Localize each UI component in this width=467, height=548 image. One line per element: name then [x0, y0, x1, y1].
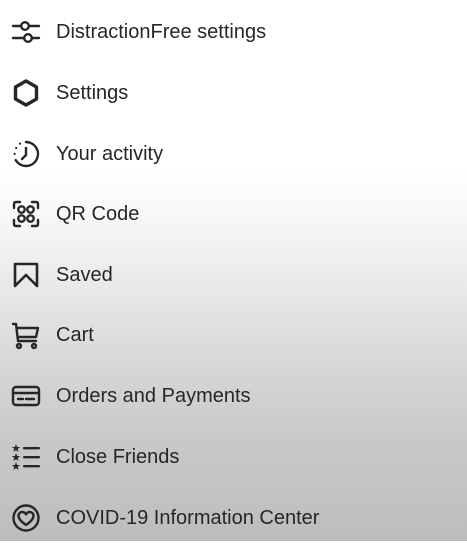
menu-item-label: COVID-19 Information Center [56, 507, 320, 529]
menu-item-close-friends[interactable]: Close Friends [0, 427, 467, 487]
menu-item-label: Saved [56, 264, 113, 286]
menu-item-qr-code[interactable]: QR Code [0, 184, 467, 244]
menu-item-your-activity[interactable]: Your activity [0, 124, 467, 184]
menu-item-covid-19-information-center[interactable]: COVID-19 Information Center [0, 488, 467, 548]
menu-item-label: Your activity [56, 143, 164, 165]
menu-item-label: Close Friends [56, 446, 180, 468]
menu-item-label: Orders and Payments [56, 385, 251, 407]
menu-item-label: Settings [56, 82, 129, 104]
menu-item-label: Cart [56, 324, 94, 346]
sliders-icon [10, 16, 42, 48]
menu-item-cart[interactable]: Cart [0, 305, 467, 365]
credit-card-icon [10, 380, 42, 412]
gear-icon [10, 77, 42, 109]
profile-menu: DistractionFree settings Settings Your a… [0, 0, 467, 541]
menu-item-orders-and-payments[interactable]: Orders and Payments [0, 366, 467, 426]
menu-item-distractionfree-settings[interactable]: DistractionFree settings [0, 2, 467, 62]
menu-item-saved[interactable]: Saved [0, 245, 467, 305]
covid-heart-icon [10, 502, 42, 534]
qr-code-icon [10, 198, 42, 230]
bookmark-icon [10, 259, 42, 291]
menu-item-settings[interactable]: Settings [0, 63, 467, 123]
cart-icon [10, 319, 42, 351]
menu-item-label: QR Code [56, 203, 140, 225]
close-friends-list-icon [10, 441, 42, 473]
activity-icon [10, 138, 42, 170]
menu-item-label: DistractionFree settings [56, 21, 267, 43]
